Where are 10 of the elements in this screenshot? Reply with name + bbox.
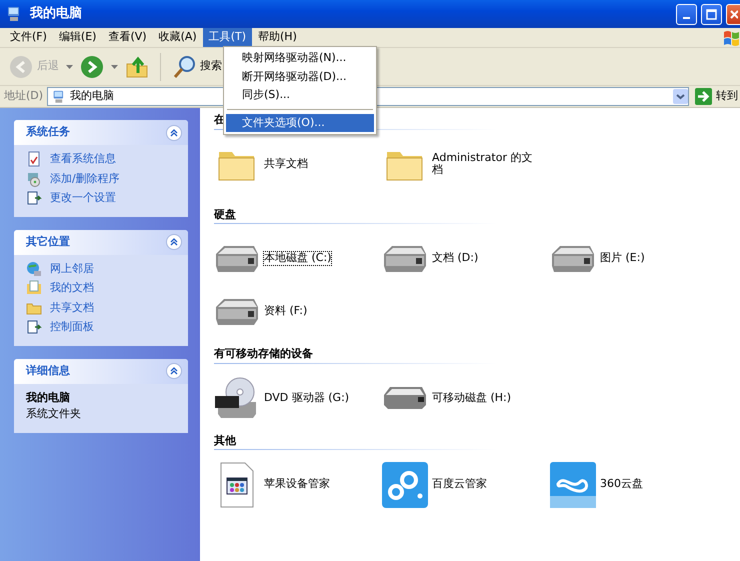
- panel-title: 系统任务: [26, 124, 70, 140]
- group-heading: 其他: [214, 432, 236, 448]
- address-label: 地址(D): [4, 88, 44, 104]
- panel-title: 其它位置: [26, 234, 70, 250]
- group-heading: 有可移动存储的设备: [214, 346, 313, 362]
- group-heading: 硬盘: [214, 206, 236, 222]
- window-title: 我的电脑: [30, 4, 83, 24]
- details-type: 系统文件夹: [26, 406, 82, 422]
- panel-title: 详细信息: [26, 362, 70, 379]
- details-name: 我的电脑: [26, 390, 71, 406]
